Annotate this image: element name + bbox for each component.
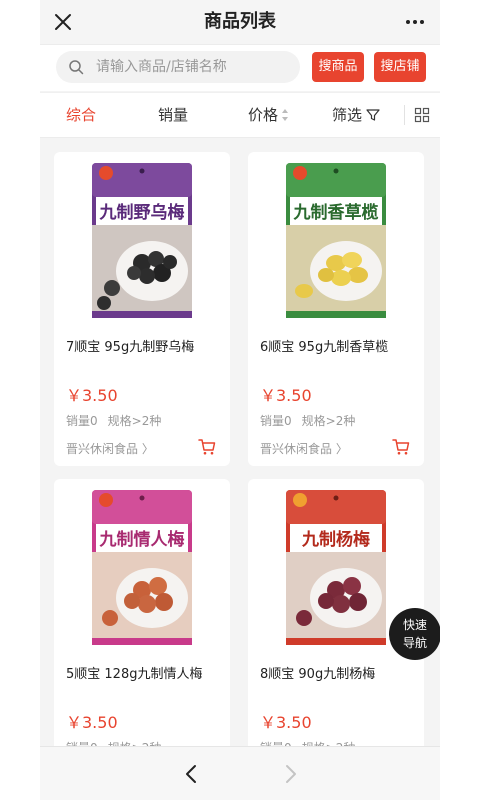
product-card[interactable]: 九制野乌梅 7顺宝 95g九制野乌梅 ￥3.50 销量0 规格>2种 晋兴休闲食品… [54, 152, 230, 466]
sort-filter-label: 筛选 [332, 106, 363, 124]
search-icon [69, 60, 84, 75]
sort-bar: 综合 销量 价格 筛选 [40, 92, 440, 138]
product-price: ￥3.50 [66, 386, 118, 405]
sort-tab-sales[interactable]: 销量 [158, 93, 188, 137]
divider [404, 105, 405, 125]
product-image[interactable]: 九制香草榄 [286, 163, 386, 318]
product-price: ￥3.50 [66, 713, 118, 732]
search-goods-button[interactable]: 搜商品 [312, 52, 364, 82]
sort-tab-filter[interactable]: 筛选 [332, 93, 380, 137]
quick-nav-line1: 快速 [402, 618, 427, 632]
shop-link[interactable]: 晋兴休闲食品 〉 [66, 440, 154, 457]
search-input[interactable] [96, 51, 292, 83]
product-image[interactable]: 九制情人梅 [92, 490, 192, 645]
cart-icon[interactable] [392, 438, 410, 456]
sort-tab-price[interactable]: 价格 [248, 93, 289, 137]
svg-text:九制情人梅: 九制情人梅 [99, 529, 185, 550]
back-arrow-icon[interactable] [180, 762, 204, 786]
product-price: ￥3.50 [260, 713, 312, 732]
sort-price-label: 价格 [248, 106, 279, 124]
search-box [56, 51, 300, 83]
product-name[interactable]: 8顺宝 90g九制杨梅 [260, 663, 420, 682]
svg-text:九制野乌梅: 九制野乌梅 [99, 202, 185, 223]
spec-count: 规格>2种 [301, 414, 356, 428]
product-name[interactable]: 6顺宝 95g九制香草榄 [260, 336, 420, 355]
page-title: 商品列表 [204, 11, 276, 32]
spec-count: 规格>2种 [107, 414, 162, 428]
bottom-nav-bar [40, 746, 440, 800]
product-meta: 销量0 规格>2种 [66, 412, 171, 429]
product-image[interactable]: 九制杨梅 [286, 490, 386, 645]
sort-tab-comprehensive[interactable]: 综合 [66, 93, 96, 137]
sort-arrows-icon [282, 108, 289, 121]
shop-link[interactable]: 晋兴休闲食品 〉 [260, 440, 348, 457]
product-card[interactable]: 九制香草榄 6顺宝 95g九制香草榄 ￥3.50 销量0 规格>2种 晋兴休闲食品… [248, 152, 424, 466]
svg-text:九制杨梅: 九制杨梅 [301, 529, 370, 550]
product-price: ￥3.50 [260, 386, 312, 405]
forward-arrow-icon[interactable] [278, 762, 302, 786]
grid-view-icon[interactable] [414, 107, 430, 123]
search-shop-button[interactable]: 搜店铺 [374, 52, 426, 82]
product-meta: 销量0 规格>2种 [260, 412, 365, 429]
top-bar: 商品列表 [40, 0, 440, 45]
quick-nav-line2: 导航 [402, 636, 427, 650]
cart-icon[interactable] [198, 438, 216, 456]
product-name[interactable]: 5顺宝 128g九制情人梅 [66, 663, 226, 682]
product-list-page: 商品列表 搜商品 搜店铺 综合 销量 价格 筛选 [40, 0, 440, 800]
sales-count: 销量0 [66, 414, 98, 428]
svg-text:九制香草榄: 九制香草榄 [293, 202, 379, 223]
sales-count: 销量0 [260, 414, 292, 428]
filter-icon [366, 108, 380, 121]
quick-nav-button[interactable]: 快速 导航 [389, 608, 440, 660]
product-image[interactable]: 九制野乌梅 [92, 163, 192, 318]
product-name[interactable]: 7顺宝 95g九制野乌梅 [66, 336, 226, 355]
search-bar: 搜商品 搜店铺 [40, 45, 440, 91]
more-icon[interactable] [402, 9, 428, 35]
